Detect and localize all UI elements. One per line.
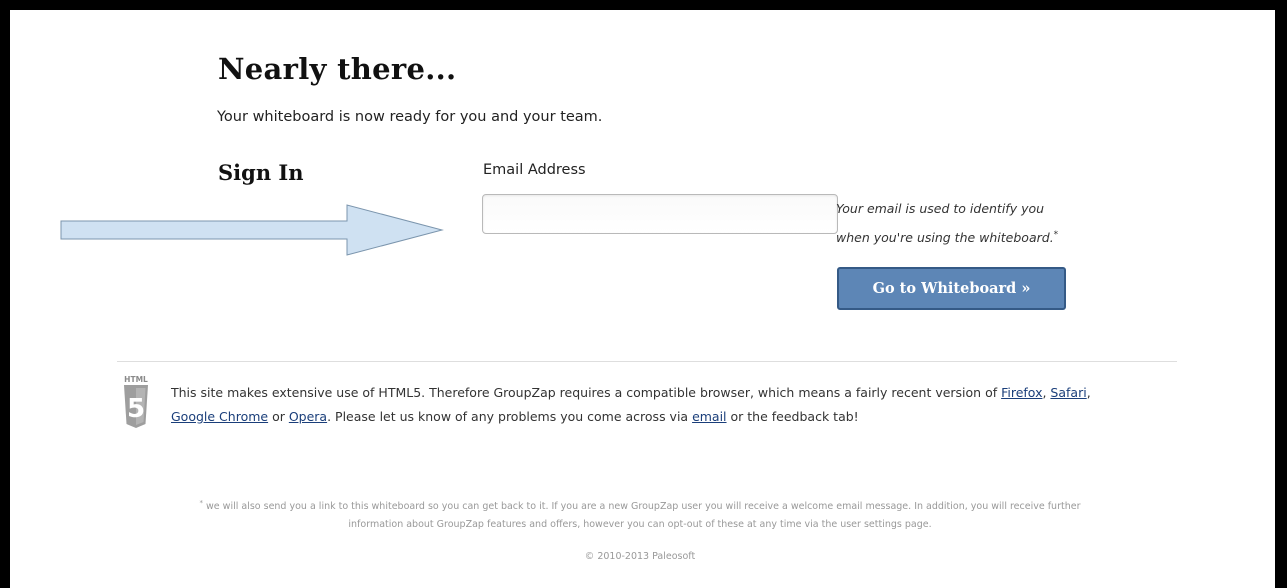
notice-sep-2: , [1086, 385, 1091, 400]
footnote-marker: * [1053, 229, 1059, 240]
html5-badge-icon: HTML 5 [124, 375, 148, 428]
html5-notice: This site makes extensive use of HTML5. … [171, 381, 1171, 429]
email-input[interactable] [482, 194, 838, 234]
footnote-line2: information about GroupZap features and … [348, 519, 932, 530]
right-arrow-icon [60, 204, 444, 256]
email-link[interactable]: email [692, 409, 726, 424]
email-label: Email Address [483, 162, 586, 178]
sign-in-heading: Sign In [218, 160, 304, 185]
page-title: Nearly there... [218, 52, 457, 86]
notice-text-or: or [268, 409, 289, 424]
footnote-line1: we will also send you a link to this whi… [203, 501, 1081, 512]
safari-link[interactable]: Safari [1050, 385, 1086, 400]
html5-badge-label: HTML [124, 375, 148, 384]
google-chrome-link[interactable]: Google Chrome [171, 409, 268, 424]
footnote: * we will also send you a link to this w… [110, 498, 1170, 534]
email-note-line2: when you're using the whiteboard. [836, 230, 1054, 245]
email-note-line1: Your email is used to identify you [836, 201, 1045, 216]
firefox-link[interactable]: Firefox [1001, 385, 1042, 400]
page-subtitle: Your whiteboard is now ready for you and… [217, 109, 603, 125]
email-note: Your email is used to identify you when … [836, 194, 1096, 252]
page-frame: Nearly there... Your whiteboard is now r… [10, 10, 1275, 588]
notice-text-2: . Please let us know of any problems you… [327, 409, 693, 424]
opera-link[interactable]: Opera [289, 409, 327, 424]
notice-text-1: This site makes extensive use of HTML5. … [171, 385, 1002, 400]
notice-text-3: or the feedback tab! [726, 409, 859, 424]
go-to-whiteboard-button[interactable]: Go to Whiteboard » [837, 267, 1066, 310]
html5-badge-number: 5 [127, 394, 145, 424]
divider [117, 361, 1177, 362]
copyright: © 2010-2013 Paleosoft [584, 551, 696, 562]
